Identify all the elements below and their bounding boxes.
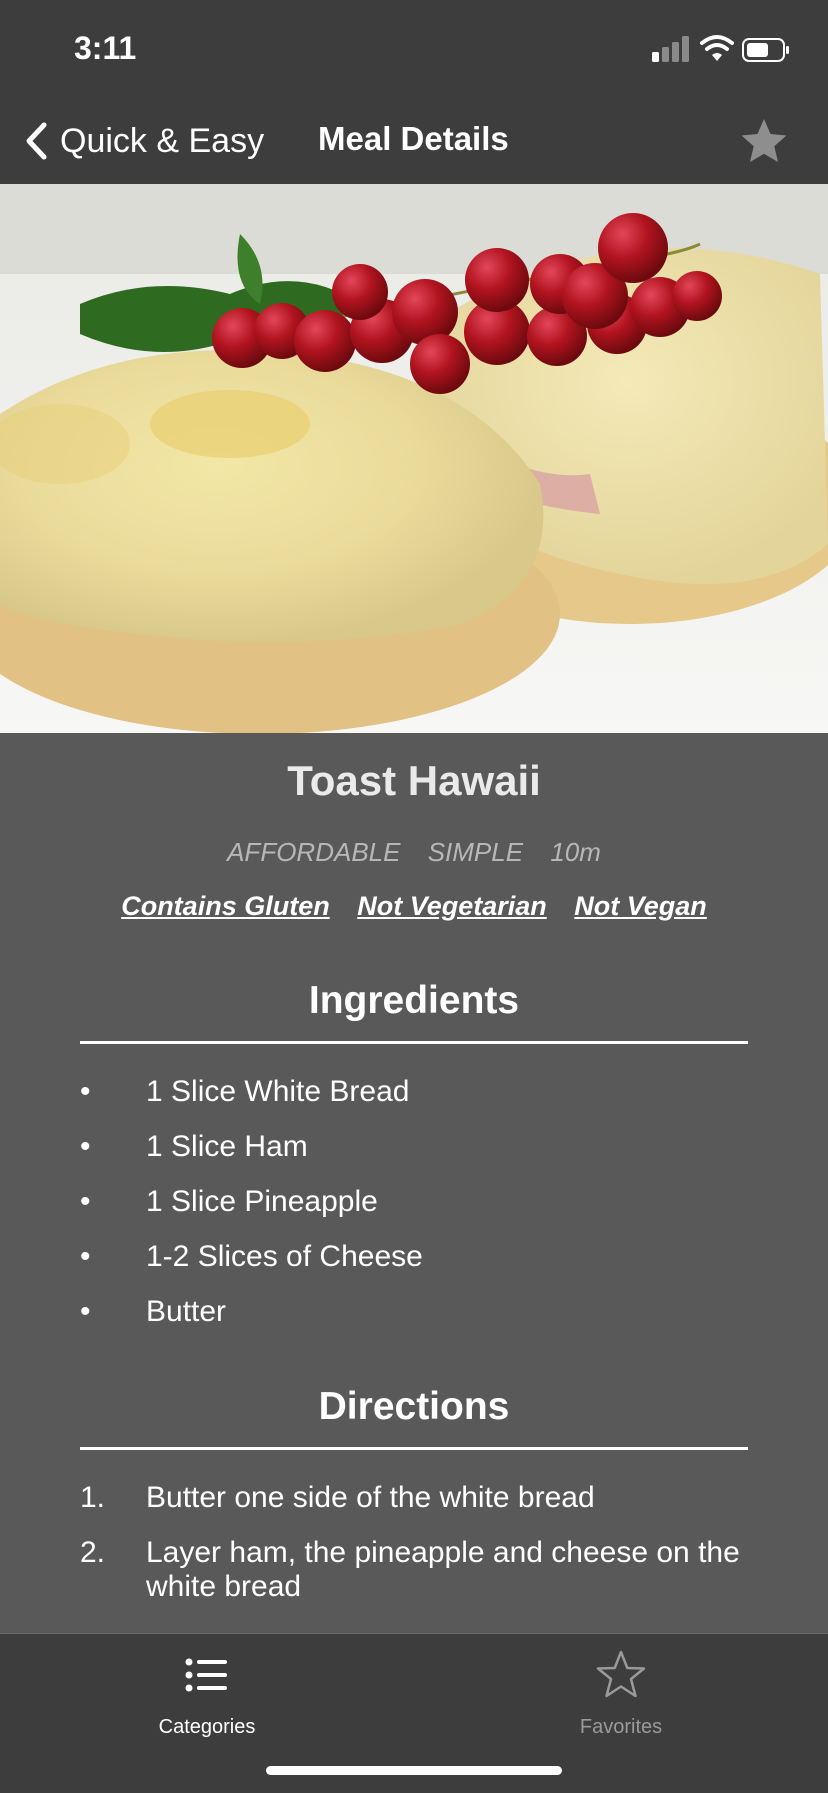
tag-vegan: Not Vegan	[574, 891, 707, 921]
page-title: Meal Details	[318, 120, 509, 157]
ingredient-text: 1-2 Slices of Cheese	[146, 1240, 423, 1273]
list-item: • 1-2 Slices of Cheese	[80, 1240, 780, 1295]
tag-vegetarian: Not Vegetarian	[357, 891, 547, 921]
tab-categories[interactable]: Categories	[0, 1634, 414, 1754]
ingredient-text: Butter	[146, 1295, 227, 1328]
list-item: • 1 Slice Pineapple	[80, 1185, 780, 1240]
ingredients-heading: Ingredients	[308, 979, 520, 1022]
list-item: • Butter	[80, 1295, 780, 1350]
affordability-label: AFFORDABLE	[227, 837, 401, 867]
back-button[interactable]: Quick & Easy	[24, 118, 264, 164]
battery-icon	[742, 38, 789, 62]
list-item: • 1 Slice White Bread	[80, 1075, 780, 1130]
complexity-label: SIMPLE	[427, 837, 524, 867]
meal-meta: AFFORDABLE SIMPLE 10m	[0, 837, 828, 868]
step-number: 1.	[80, 1481, 106, 1514]
directions-heading: Directions	[318, 1385, 510, 1428]
tag-gluten: Contains Gluten	[121, 891, 330, 921]
ingredient-text: 1 Slice White Bread	[146, 1075, 410, 1108]
direction-text: Butter one side of the white bread	[146, 1481, 595, 1514]
bullet: •	[80, 1240, 91, 1273]
star-outline-icon	[596, 1650, 646, 1698]
step-number: 2.	[80, 1536, 106, 1569]
meal-image	[0, 184, 828, 733]
meal-details: Toast Hawaii AFFORDABLE SIMPLE 10m Conta…	[0, 733, 828, 1633]
bullet: •	[80, 1130, 91, 1163]
cellular-signal-icon	[652, 36, 689, 62]
bullet: •	[80, 1295, 91, 1328]
bullet: •	[80, 1075, 91, 1108]
ingredient-text: 1 Slice Pineapple	[146, 1185, 378, 1218]
status-time: 3:11	[74, 30, 137, 66]
diet-tags: Contains Gluten Not Vegetarian Not Vegan	[0, 891, 828, 922]
ingredients-divider	[80, 1041, 748, 1044]
favorite-star-button[interactable]	[738, 116, 790, 168]
meal-title: Toast Hawaii	[287, 757, 541, 804]
back-label: Quick & Easy	[60, 121, 265, 160]
tab-label: Favorites	[579, 1716, 663, 1738]
directions-list: 1. Butter one side of the white bread 2. L…	[80, 1481, 780, 1616]
list-item: 1. Butter one side of the white bread	[80, 1481, 780, 1536]
bullet: •	[80, 1185, 91, 1218]
directions-divider	[80, 1447, 748, 1450]
direction-text: Layer ham, the pineapple and cheese on t…	[146, 1536, 740, 1603]
star-icon	[741, 119, 787, 162]
list-item: 2. Layer ham, the pineapple and cheese on…	[80, 1536, 780, 1616]
chevron-left-icon	[26, 122, 47, 160]
wifi-icon	[700, 35, 734, 61]
list-icon	[185, 1658, 227, 1692]
tab-favorites[interactable]: Favorites	[414, 1634, 828, 1754]
tab-label: Categories	[158, 1716, 256, 1738]
ingredients-list: • 1 Slice White Bread • 1 Slice Ham • 1 Sli…	[80, 1075, 780, 1350]
home-indicator[interactable]	[266, 1766, 562, 1775]
duration-label: 10m	[550, 837, 601, 867]
list-item: • 1 Slice Ham	[80, 1130, 780, 1185]
ingredient-text: 1 Slice Ham	[146, 1130, 308, 1163]
